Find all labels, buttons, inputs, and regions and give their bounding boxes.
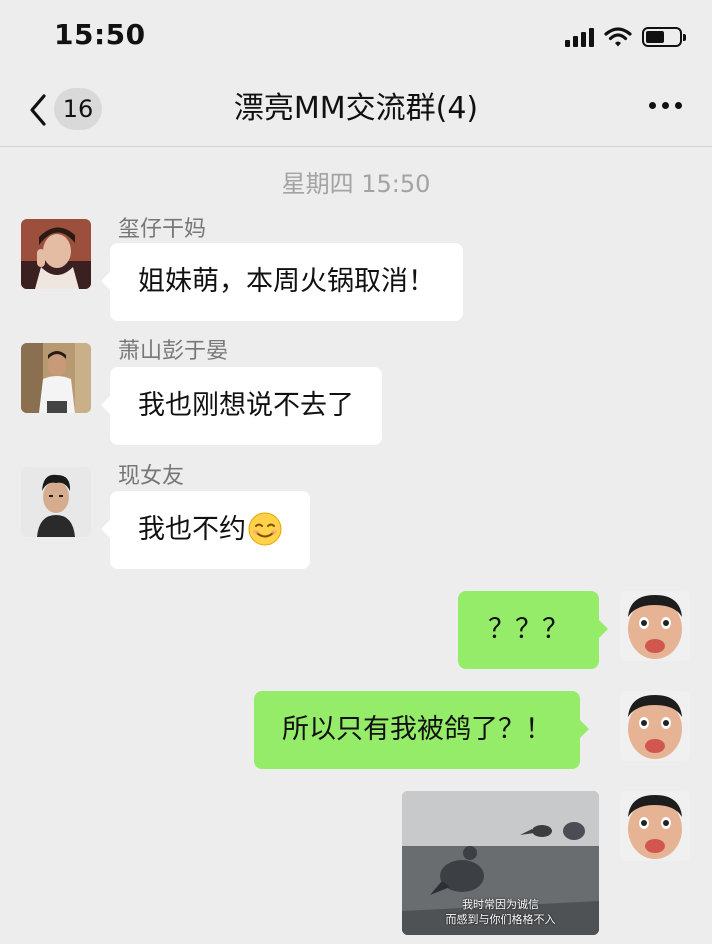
caption-line: 而感到与你们格格不入	[445, 913, 556, 926]
wifi-icon	[604, 27, 632, 47]
status-icons	[565, 24, 686, 50]
my-avatar[interactable]	[620, 691, 690, 761]
image-caption: 我时常因为诚信 而感到与你们格格不入	[402, 897, 599, 927]
chat-title: 漂亮MM交流群(4)	[233, 91, 479, 126]
status-bar: 15:50	[0, 0, 712, 72]
signal-icon	[565, 27, 594, 47]
sender-name: 现女友	[118, 464, 185, 489]
message-bubble[interactable]: 姐妹萌，本周火锅取消！	[101, 243, 463, 321]
status-time: 15:50	[54, 18, 146, 51]
smiling-emoji-icon	[248, 512, 282, 545]
message-timestamp: 星期四 15:50	[281, 170, 431, 198]
caption-line: 我时常因为诚信	[462, 898, 539, 911]
my-avatar[interactable]	[620, 591, 690, 661]
more-options-icon[interactable]	[649, 102, 682, 109]
message-bubble[interactable]: 所以只有我被鸽了？！	[254, 691, 589, 769]
message-bubble[interactable]: 我也刚想说不去了	[101, 367, 382, 445]
message-bubble[interactable]: ？？？	[458, 591, 608, 669]
image-message[interactable]: 我时常因为诚信 而感到与你们格格不入	[402, 791, 599, 935]
avatar[interactable]	[21, 343, 91, 413]
sender-name: 萧山彭于晏	[118, 339, 229, 364]
my-avatar[interactable]	[620, 791, 690, 861]
avatar[interactable]	[21, 467, 91, 537]
sender-name: 玺仔干妈	[118, 217, 207, 242]
message-text: 我也不约	[138, 514, 246, 545]
message-bubble[interactable]: 我也不约	[101, 491, 310, 569]
battery-icon	[642, 27, 686, 47]
avatar[interactable]	[21, 219, 91, 289]
chat-header: 16 漂亮MM交流群(4)	[0, 72, 712, 147]
